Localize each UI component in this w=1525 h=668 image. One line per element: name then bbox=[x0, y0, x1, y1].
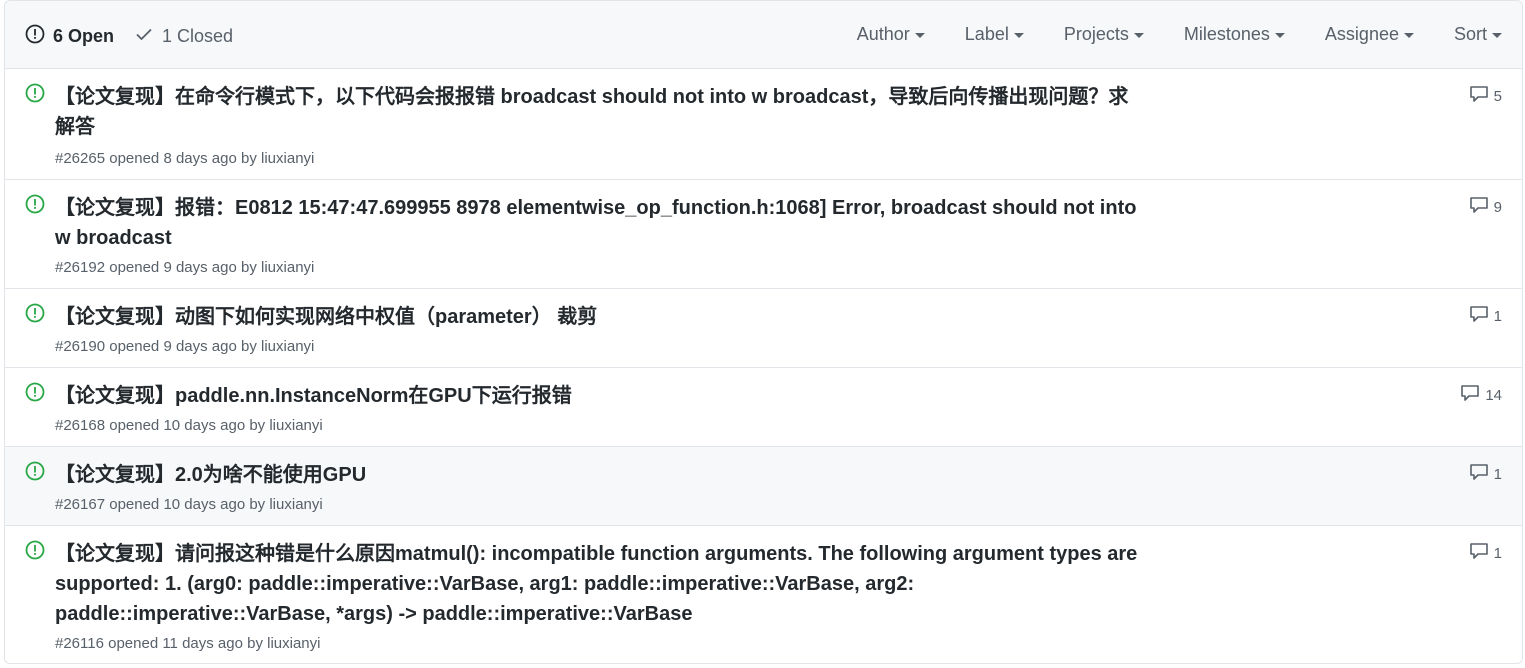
issue-comments-link[interactable]: 9 bbox=[1469, 196, 1502, 218]
caret-down-icon bbox=[1013, 33, 1024, 38]
comment-icon bbox=[1469, 196, 1494, 218]
comment-count: 1 bbox=[1493, 307, 1502, 325]
issues-list-header: 6 Open 1 Closed Author Label Projects Mi… bbox=[5, 1, 1522, 69]
issue-opened-icon bbox=[25, 194, 45, 219]
issue-opened-icon bbox=[25, 382, 45, 407]
issue-comments-link[interactable]: 1 bbox=[1469, 542, 1502, 564]
issue-state-toggle: 6 Open 1 Closed bbox=[25, 24, 233, 49]
sort-filter-label: Sort bbox=[1453, 24, 1487, 44]
issue-opened-icon bbox=[25, 540, 45, 565]
issue-filters: Author Label Projects Milestones Assigne… bbox=[817, 24, 1502, 45]
issue-opened-icon bbox=[25, 303, 45, 328]
open-issues-link[interactable]: 6 Open bbox=[25, 24, 114, 49]
comment-icon bbox=[1469, 463, 1494, 485]
comment-count: 1 bbox=[1493, 544, 1502, 562]
issue-meta: #26190 opened 9 days ago by liuxianyi bbox=[55, 338, 315, 355]
milestones-filter[interactable]: Milestones bbox=[1184, 24, 1285, 45]
issue-meta: #26265 opened 8 days ago by liuxianyi bbox=[55, 150, 315, 167]
caret-down-icon bbox=[1274, 33, 1285, 38]
label-filter[interactable]: Label bbox=[965, 24, 1024, 45]
assignee-filter-label: Assignee bbox=[1324, 24, 1399, 44]
caret-down-icon bbox=[1492, 33, 1502, 38]
check-icon bbox=[134, 24, 162, 49]
issue-opened-icon bbox=[25, 24, 53, 49]
issue-title-link[interactable]: 【论文复现】paddle.nn.InstanceNorm在GPU下运行报错 bbox=[55, 381, 1145, 411]
sort-filter[interactable]: Sort bbox=[1454, 24, 1502, 45]
issue-row: 【论文复现】请问报这种错是什么原因matmul(): incompatible … bbox=[5, 526, 1522, 663]
issue-meta: #26168 opened 10 days ago by liuxianyi bbox=[55, 417, 323, 434]
issue-row: 【论文复现】在命令行模式下，以下代码会报报错 broadcast should … bbox=[5, 69, 1522, 180]
comment-count: 14 bbox=[1485, 386, 1502, 404]
issue-meta: #26167 opened 10 days ago by liuxianyi bbox=[55, 496, 323, 513]
issue-title-link[interactable]: 【论文复现】报错：E0812 15:47:47.699955 8978 elem… bbox=[55, 193, 1145, 253]
comment-count: 9 bbox=[1493, 198, 1502, 216]
issue-row: 【论文复现】报错：E0812 15:47:47.699955 8978 elem… bbox=[5, 180, 1522, 289]
issue-meta: #26116 opened 11 days ago by liuxianyi bbox=[55, 635, 321, 652]
label-filter-label: Label bbox=[964, 24, 1009, 44]
issue-row: 【论文复现】paddle.nn.InstanceNorm在GPU下运行报错 #2… bbox=[5, 368, 1522, 447]
comment-icon bbox=[1469, 305, 1494, 327]
comment-icon bbox=[1460, 384, 1485, 406]
issue-opened-icon bbox=[25, 83, 45, 108]
author-filter[interactable]: Author bbox=[857, 24, 925, 45]
assignee-filter[interactable]: Assignee bbox=[1325, 24, 1414, 45]
issue-opened-icon bbox=[25, 461, 45, 486]
projects-filter-label: Projects bbox=[1063, 24, 1129, 44]
issues-list-box: 6 Open 1 Closed Author Label Projects Mi… bbox=[4, 0, 1523, 664]
milestones-filter-label: Milestones bbox=[1183, 24, 1270, 44]
author-filter-label: Author bbox=[856, 24, 910, 44]
issue-title-link[interactable]: 【论文复现】动图下如何实现网络中权值（parameter） 裁剪 bbox=[55, 302, 1145, 332]
closed-issues-label: 1 Closed bbox=[162, 26, 234, 46]
caret-down-icon bbox=[914, 33, 925, 38]
issue-comments-link[interactable]: 14 bbox=[1460, 384, 1502, 406]
issue-title-link[interactable]: 【论文复现】请问报这种错是什么原因matmul(): incompatible … bbox=[55, 539, 1145, 629]
comment-icon bbox=[1469, 542, 1494, 564]
issue-comments-link[interactable]: 1 bbox=[1469, 463, 1502, 485]
issue-title-link[interactable]: 【论文复现】2.0为啥不能使用GPU bbox=[55, 460, 1145, 490]
issue-meta: #26192 opened 9 days ago by liuxianyi bbox=[55, 259, 315, 276]
projects-filter[interactable]: Projects bbox=[1064, 24, 1144, 45]
caret-down-icon bbox=[1133, 33, 1144, 38]
issue-title-link[interactable]: 【论文复现】在命令行模式下，以下代码会报报错 broadcast should … bbox=[55, 82, 1145, 142]
comment-count: 1 bbox=[1493, 465, 1502, 483]
issue-row: 【论文复现】动图下如何实现网络中权值（parameter） 裁剪 #26190 … bbox=[5, 289, 1522, 368]
closed-issues-link[interactable]: 1 Closed bbox=[134, 24, 233, 49]
issue-row: 【论文复现】2.0为啥不能使用GPU #26167 opened 10 days… bbox=[5, 447, 1522, 526]
issue-comments-link[interactable]: 1 bbox=[1469, 305, 1502, 327]
issue-comments-link[interactable]: 5 bbox=[1469, 85, 1502, 107]
caret-down-icon bbox=[1403, 33, 1414, 38]
comment-icon bbox=[1469, 85, 1494, 107]
open-issues-label: 6 Open bbox=[53, 26, 115, 46]
comment-count: 5 bbox=[1493, 87, 1502, 105]
